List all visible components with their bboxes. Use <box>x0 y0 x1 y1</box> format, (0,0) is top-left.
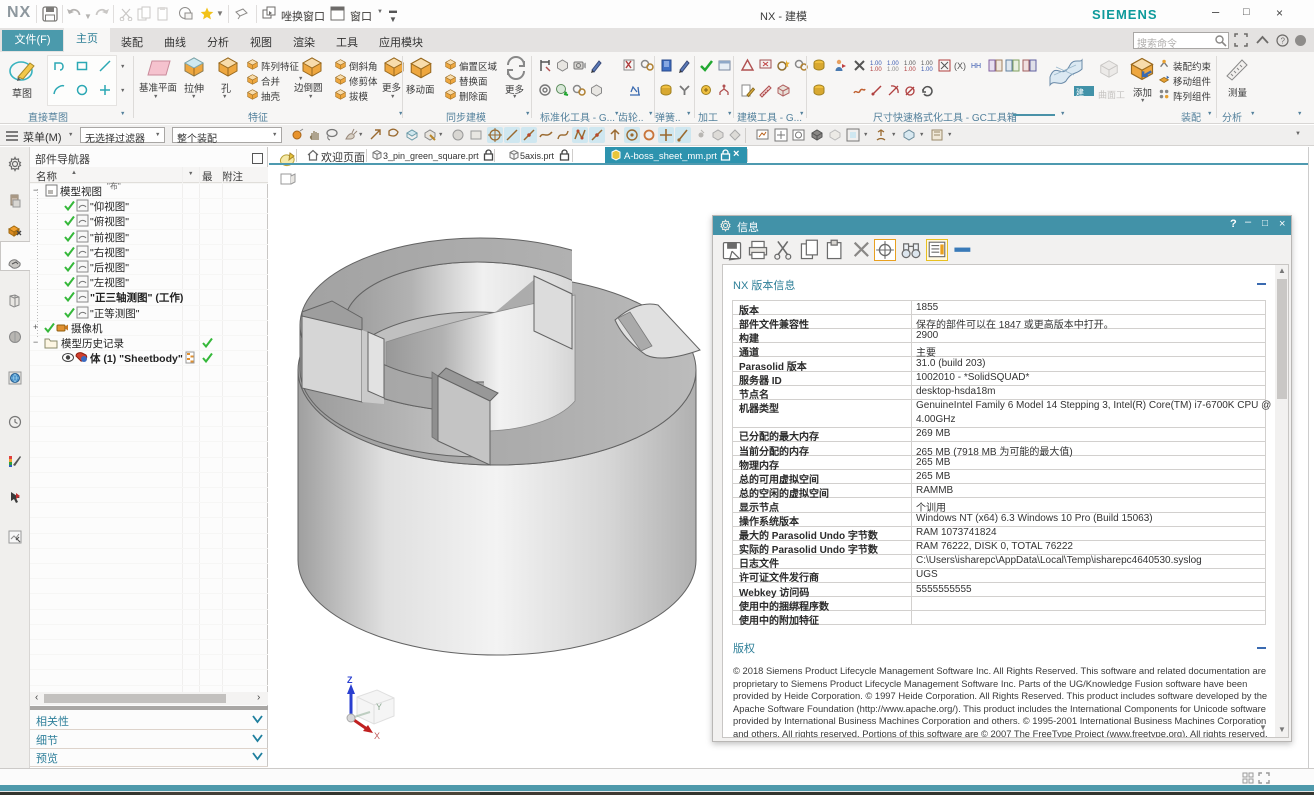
svg-text:HH: HH <box>971 63 981 70</box>
svg-text:1.00: 1.00 <box>887 67 899 73</box>
svg-text:(X): (X) <box>954 61 966 71</box>
svg-text:Y: Y <box>376 702 382 712</box>
svg-text:1.00: 1.00 <box>921 67 933 73</box>
svg-text:1.00: 1.00 <box>904 67 916 73</box>
svg-text:Z: Z <box>347 675 353 685</box>
svg-text:X: X <box>374 731 380 739</box>
svg-text:?: ? <box>1281 37 1286 46</box>
svg-text:1.00: 1.00 <box>870 67 882 73</box>
